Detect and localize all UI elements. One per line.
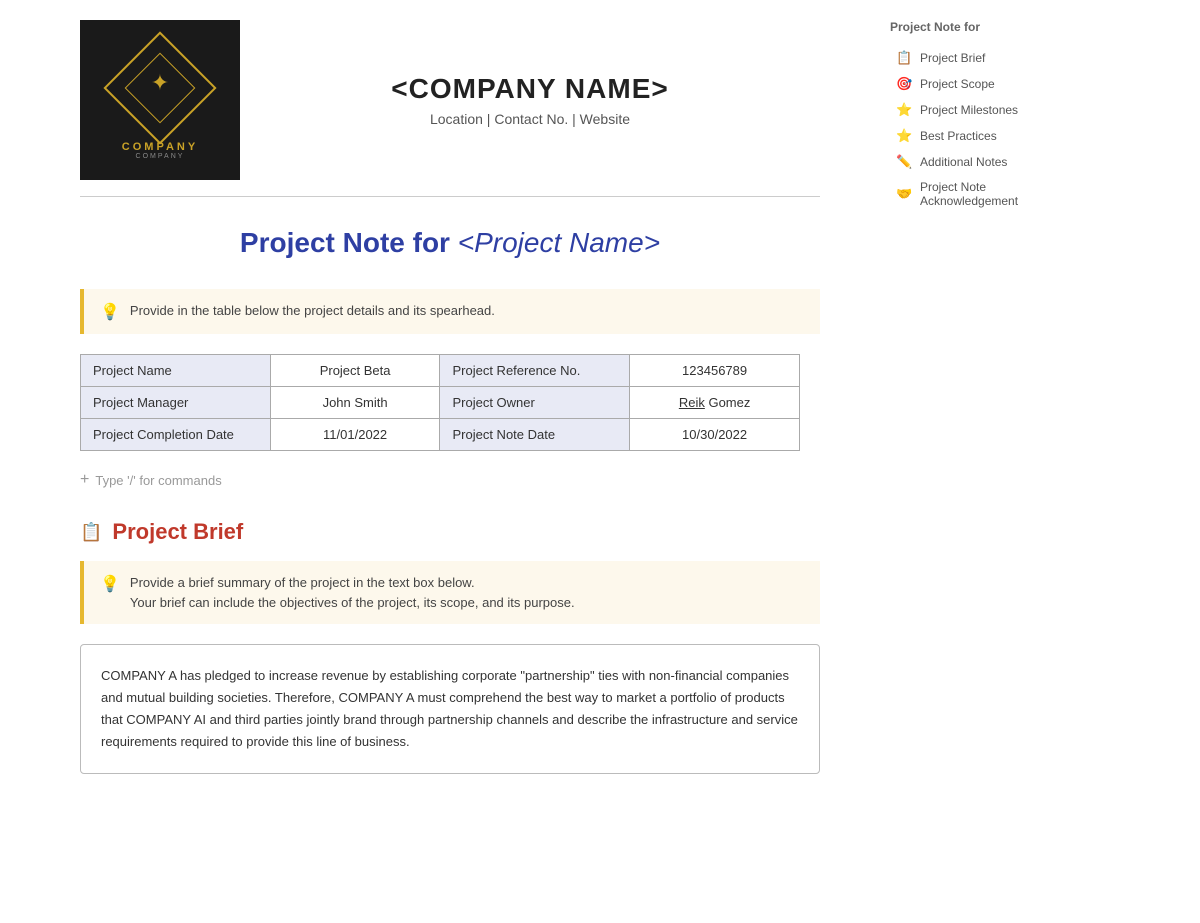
sidebar-icon-milestones: ⭐ — [896, 102, 912, 118]
table-row: Project Name Project Beta Project Refere… — [81, 355, 800, 387]
sidebar-item-project-brief[interactable]: 📋 Project Brief — [890, 46, 1070, 70]
table-cell-value2-r1: 123456789 — [630, 355, 800, 387]
brief-text-box[interactable]: COMPANY A has pledged to increase revenu… — [80, 644, 820, 774]
table-cell-value2-r3: 10/30/2022 — [630, 419, 800, 451]
table-cell-label2-r3: Project Note Date — [440, 419, 630, 451]
table-cell-value1-r3: 11/01/2022 — [270, 419, 440, 451]
table-cell-value1-r2: John Smith — [270, 387, 440, 419]
sidebar-label-best-practices: Best Practices — [920, 129, 997, 143]
logo-sub: COMPANY — [122, 153, 198, 160]
project-table: Project Name Project Beta Project Refere… — [80, 354, 800, 451]
table-cell-value1-r1: Project Beta — [270, 355, 440, 387]
sidebar-item-acknowledgement[interactable]: 🤝 Project Note Acknowledgement — [890, 176, 1070, 212]
company-info: <COMPANY NAME> Location | Contact No. | … — [240, 53, 820, 147]
main-content: ✦ COMPANY COMPANY <COMPANY NAME> Locatio… — [0, 0, 880, 923]
sidebar-item-best-practices[interactable]: ⭐ Best Practices — [890, 124, 1070, 148]
callout-box-1: 💡 Provide in the table below the project… — [80, 289, 820, 334]
sidebar-label-scope: Project Scope — [920, 77, 995, 91]
brief-text-content: COMPANY A has pledged to increase revenu… — [101, 668, 798, 749]
command-placeholder: Type '/' for commands — [95, 473, 221, 488]
sidebar-item-additional-notes[interactable]: ✏️ Additional Notes — [890, 150, 1070, 174]
page-title-prefix: Project Note for — [240, 227, 458, 258]
sidebar-label-brief: Project Brief — [920, 51, 985, 65]
add-plus-icon: + — [80, 471, 89, 489]
table-cell-label1-r2: Project Manager — [81, 387, 271, 419]
sidebar-label-acknowledgement: Project Note Acknowledgement — [920, 180, 1064, 208]
sidebar-icon-scope: 🎯 — [896, 76, 912, 92]
table-cell-label2-r1: Project Reference No. — [440, 355, 630, 387]
sidebar-label-milestones: Project Milestones — [920, 103, 1018, 117]
company-details: Location | Contact No. | Website — [260, 111, 800, 127]
sidebar: Project Note for 📋 Project Brief 🎯 Proje… — [880, 0, 1080, 923]
sidebar-icon-brief: 📋 — [896, 50, 912, 66]
sidebar-title: Project Note for — [890, 20, 1070, 34]
lightbulb-icon-2: 💡 — [100, 574, 120, 594]
sidebar-item-project-scope[interactable]: 🎯 Project Scope — [890, 72, 1070, 96]
sidebar-icon-best-practices: ⭐ — [896, 128, 912, 144]
section-title-brief: Project Brief — [112, 519, 243, 545]
callout-box-2: 💡 Provide a brief summary of the project… — [80, 561, 820, 624]
table-cell-label2-r2: Project Owner — [440, 387, 630, 419]
table-row: Project Completion Date 11/01/2022 Proje… — [81, 419, 800, 451]
add-command-area[interactable]: + Type '/' for commands — [80, 471, 820, 489]
page-title: Project Note for <Project Name> — [80, 227, 820, 259]
sidebar-icon-acknowledgement: 🤝 — [896, 186, 912, 202]
company-logo: ✦ COMPANY COMPANY — [80, 20, 240, 180]
sidebar-item-project-milestones[interactable]: ⭐ Project Milestones — [890, 98, 1070, 122]
table-row: Project Manager John Smith Project Owner… — [81, 387, 800, 419]
section-heading-brief: 📋 Project Brief — [80, 519, 820, 545]
sidebar-icon-notes: ✏️ — [896, 154, 912, 170]
table-cell-label1-r1: Project Name — [81, 355, 271, 387]
callout-text-1: Provide in the table below the project d… — [130, 301, 495, 321]
sidebar-label-notes: Additional Notes — [920, 155, 1007, 169]
brief-section-icon: 📋 — [80, 522, 102, 543]
logo-text: COMPANY COMPANY — [122, 141, 198, 160]
company-name: <COMPANY NAME> — [260, 73, 800, 105]
logo-star-icon: ✦ — [151, 70, 169, 96]
doc-header: ✦ COMPANY COMPANY <COMPANY NAME> Locatio… — [80, 20, 820, 197]
table-cell-label1-r3: Project Completion Date — [81, 419, 271, 451]
lightbulb-icon: 💡 — [100, 302, 120, 322]
table-cell-value2-r2: Reik Gomez — [630, 387, 800, 419]
page-title-project: <Project Name> — [458, 227, 660, 258]
callout-text-2: Provide a brief summary of the project i… — [130, 573, 575, 612]
logo-company-name: COMPANY — [122, 141, 198, 153]
